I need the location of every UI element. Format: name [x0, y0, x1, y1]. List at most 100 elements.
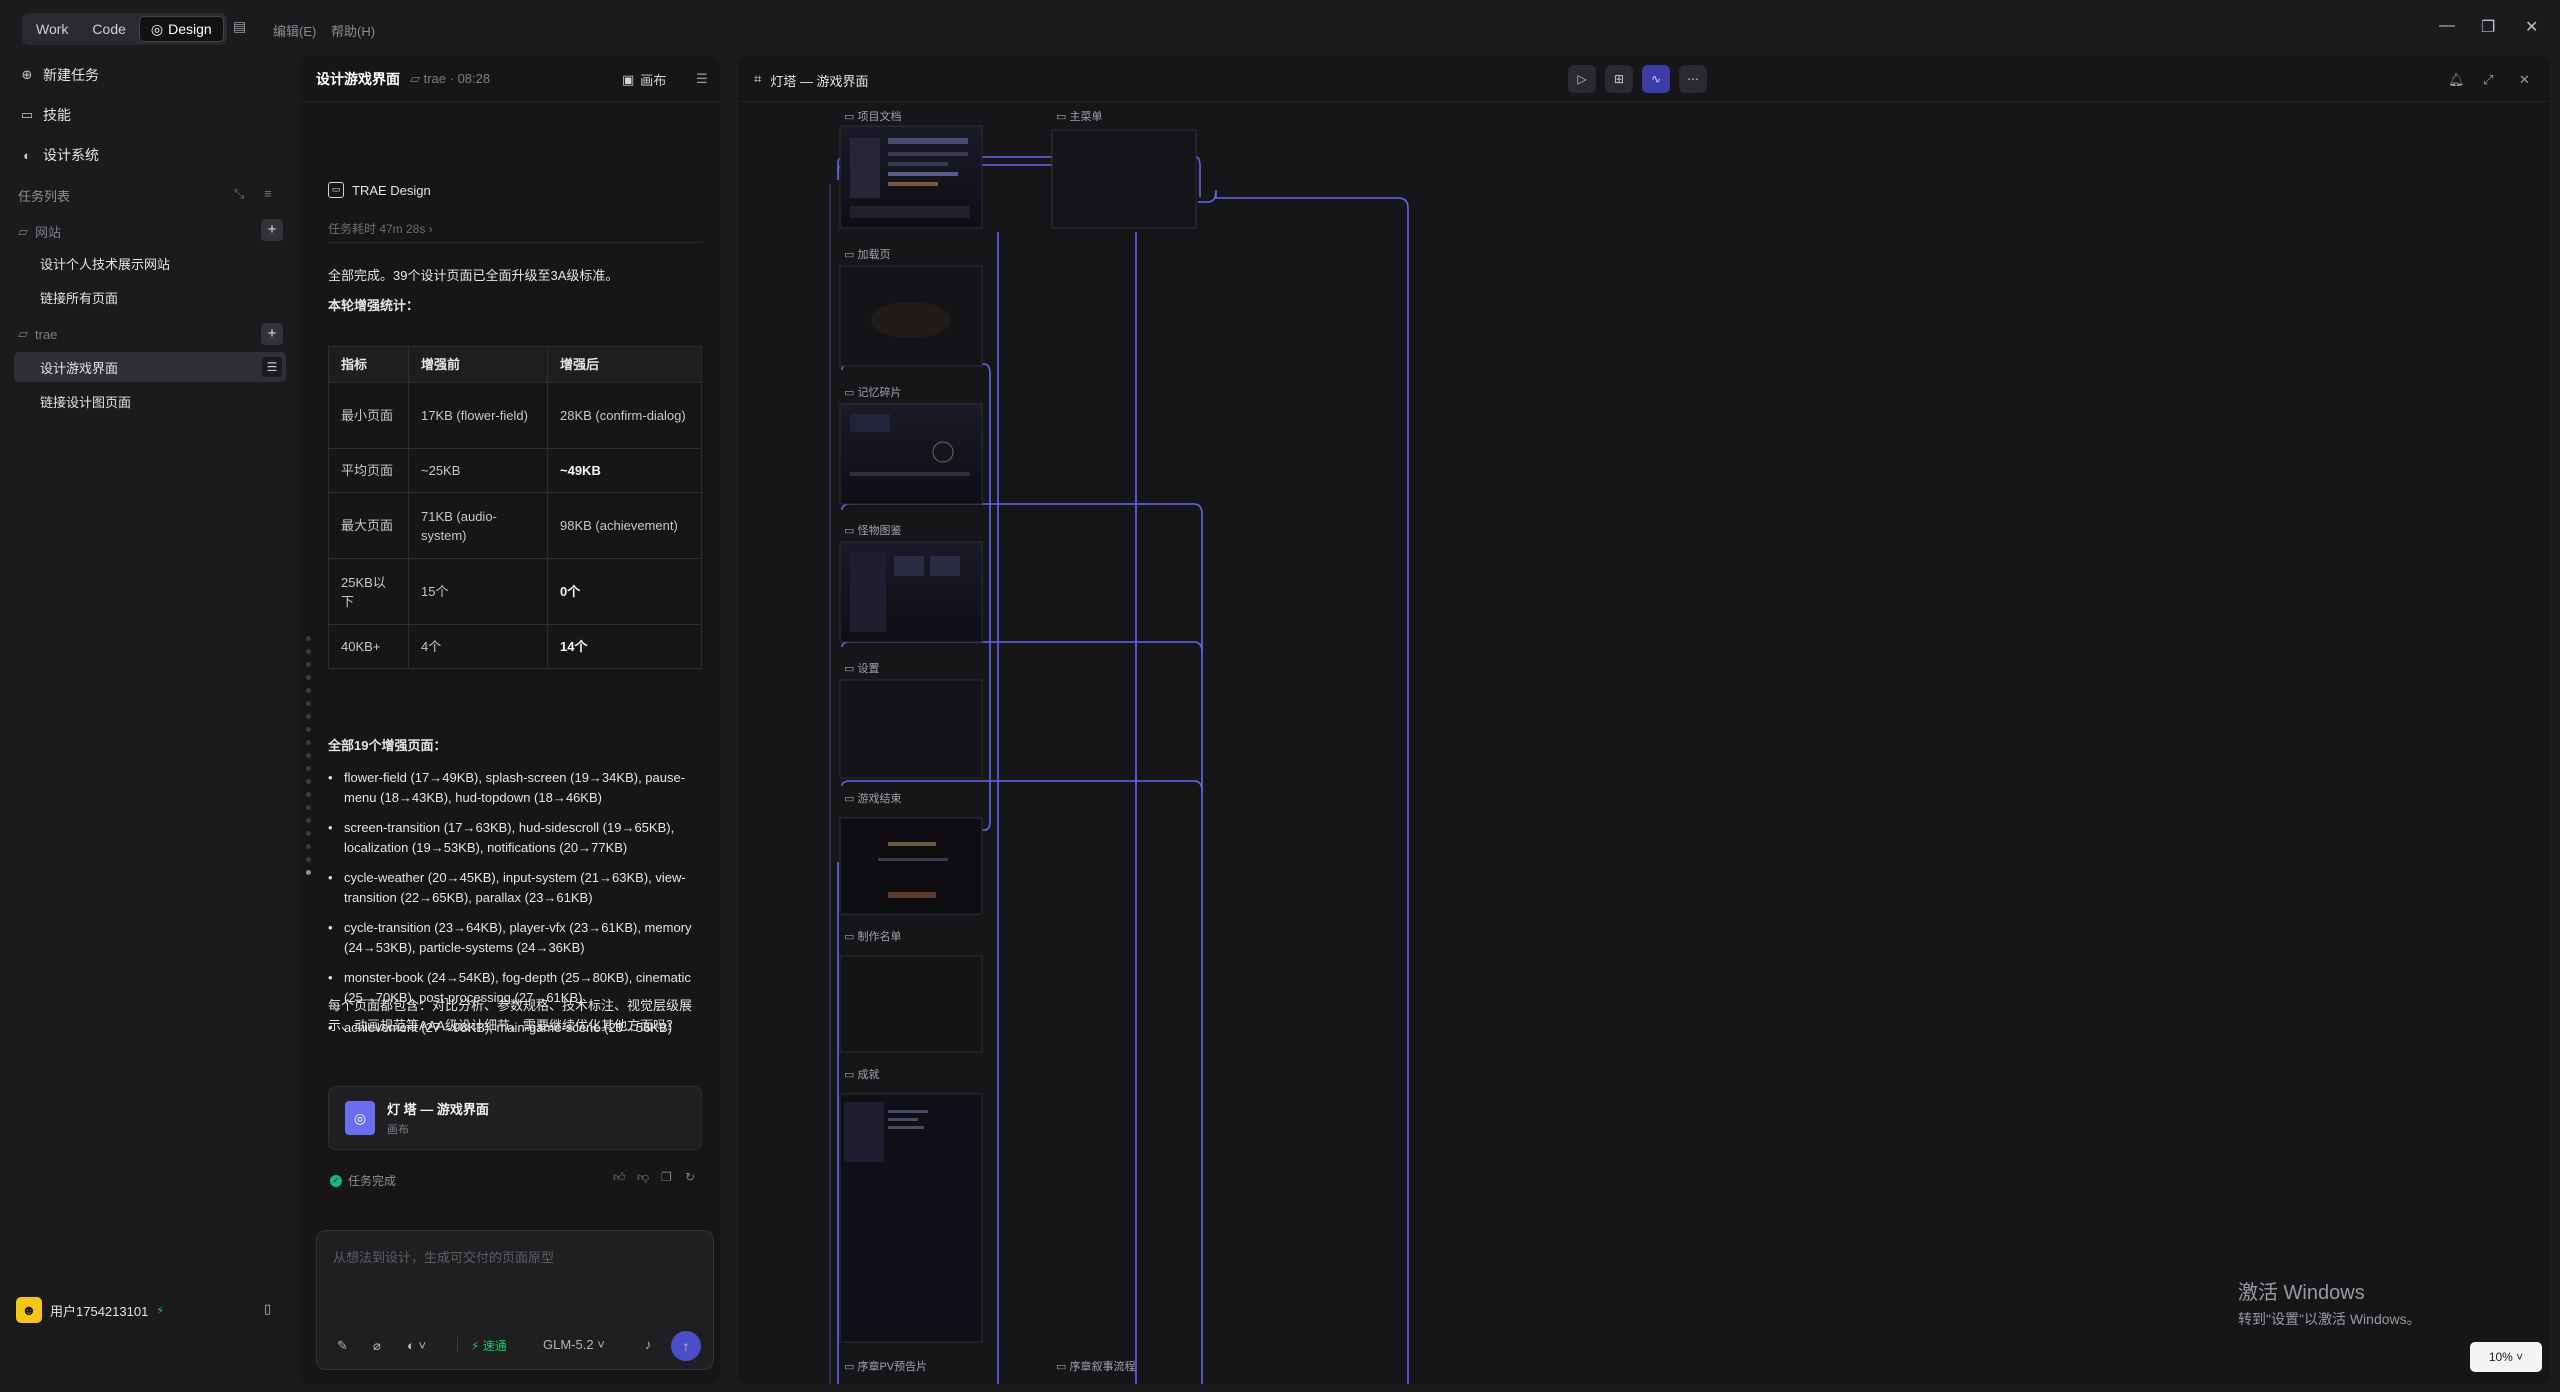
- canvas-title-group: ⌗ 灯塔 — 游戏界面: [754, 71, 869, 90]
- table-row: 25KB以下 15个 0个: [328, 558, 702, 625]
- composer-input[interactable]: 从想法到设计，生成可交付的页面原型: [333, 1247, 554, 1266]
- mode-tab-code[interactable]: Code: [81, 16, 136, 42]
- close-icon[interactable]: ✕: [2519, 72, 2530, 88]
- group-website[interactable]: ▱ 网站: [18, 222, 61, 241]
- flow-canvas[interactable]: ▭ 项目文档 ▭ 主菜单 ▭ 加载页 ▭ 记忆碎片 ▭ 怪物图鉴 ▭ 设置 ▭ …: [738, 102, 2550, 1384]
- frame-prologue-trailer[interactable]: ▭ 序章PV预告片: [844, 1359, 927, 1373]
- message-composer[interactable]: 从想法到设计，生成可交付的页面原型 ✎ ⌀ ◐ ˅ ⚡ 速通 GLM-5.2 ˅…: [316, 1230, 714, 1370]
- send-button[interactable]: ↑: [671, 1331, 701, 1361]
- microphone-icon[interactable]: ♪: [645, 1337, 652, 1352]
- collapse-icon[interactable]: ⤡: [234, 186, 244, 202]
- fast-mode-toggle[interactable]: ⚡ 速通: [471, 1337, 507, 1354]
- frame-main-menu[interactable]: ▭ 主菜单: [1051, 110, 1197, 229]
- summary-text: 全部完成。39个设计页面已全面升级至3A级标准。: [328, 268, 619, 283]
- expand-icon[interactable]: ⤢: [2483, 72, 2493, 88]
- palette-icon: ◎: [345, 1101, 375, 1135]
- elapsed-text: 任务耗时 47m 28s: [328, 222, 426, 236]
- restore-icon[interactable]: ❐: [2481, 17, 2495, 37]
- task-outline-icon[interactable]: ☰: [262, 357, 282, 377]
- edit-icon[interactable]: ✎: [337, 1338, 348, 1354]
- task-item[interactable]: 链接所有页面: [14, 282, 286, 312]
- filter-icon[interactable]: ≡: [264, 186, 272, 201]
- flow-view-button[interactable]: ∿: [1642, 65, 1670, 93]
- folder-icon: ▱: [18, 223, 28, 239]
- task-item[interactable]: 设计个人技术展示网站: [14, 248, 286, 278]
- book-icon: ▭: [20, 107, 34, 122]
- table-cell: 平均页面: [328, 448, 409, 493]
- frame-monster-book[interactable]: ▭ 怪物图鉴: [839, 523, 983, 643]
- stats-heading: 本轮增强统计：: [328, 298, 420, 313]
- canvas-toggle-button[interactable]: ▣ 画布: [622, 70, 666, 89]
- artifact-subtitle: 画布: [387, 1124, 409, 1136]
- list-toggle-icon[interactable]: ☰: [696, 71, 708, 87]
- zoom-control[interactable]: 10% ˅: [2470, 1342, 2542, 1372]
- close-window-icon[interactable]: ✕: [2525, 17, 2538, 37]
- frame-project-docs[interactable]: ▭ 项目文档: [839, 109, 983, 229]
- frame-memory-fragments[interactable]: ▭ 记忆碎片: [839, 385, 983, 505]
- style-dropdown-icon[interactable]: ◐ ˅: [407, 1338, 426, 1353]
- elapsed-time[interactable]: 任务耗时 47m 28s ›: [328, 220, 433, 237]
- frame-label: ▭ 游戏结束: [844, 792, 901, 805]
- frame-prologue-narrative[interactable]: ▭ 序章叙事流程: [1056, 1359, 1135, 1373]
- frame-credits[interactable]: ▭ 制作名单: [839, 929, 983, 1053]
- task-item-label: 链接设计图页面: [40, 394, 132, 410]
- task-item-label: 链接所有页面: [40, 290, 119, 306]
- nav-skills[interactable]: ▭ 技能: [20, 105, 71, 125]
- model-selector[interactable]: GLM-5.2 ˅: [543, 1337, 605, 1352]
- more-button[interactable]: ⋯: [1679, 65, 1707, 93]
- menu-help[interactable]: 帮助(H): [331, 21, 375, 40]
- table-row: 最大页面 71KB (audio-system) 98KB (achieveme…: [328, 492, 702, 559]
- thumbs-down-icon[interactable]: 👎︎: [637, 1170, 649, 1185]
- nav-design-system[interactable]: ◐ 设计系统: [20, 145, 99, 165]
- pages-heading: 全部19个增强页面：: [328, 738, 447, 753]
- task-item-active[interactable]: 设计游戏界面 ☰: [14, 352, 286, 382]
- sidebar-toggle-icon[interactable]: ▤: [233, 18, 246, 35]
- list-item: flower-field (17→49KB), splash-screen (1…: [328, 768, 702, 808]
- group-trae[interactable]: ▱ trae: [18, 326, 57, 342]
- frame-label: ▭ 设置: [844, 662, 879, 675]
- mode-tab-work[interactable]: Work: [25, 16, 79, 42]
- artifact-title: 灯 塔 — 游戏界面: [387, 1102, 489, 1117]
- frame-loading[interactable]: ▭ 加载页: [839, 248, 983, 367]
- agent-name: TRAE Design: [352, 182, 431, 198]
- avatar: ☻: [16, 1297, 42, 1323]
- table-row: 最小页面 17KB (flower-field) 28KB (confirm-d…: [328, 382, 702, 449]
- add-task-website-button[interactable]: +: [261, 219, 283, 241]
- thumbs-up-icon[interactable]: 👍︎: [613, 1170, 626, 1185]
- menu-edit[interactable]: 编辑(E): [273, 21, 316, 40]
- canvas-header: ⌗ 灯塔 — 游戏界面 ▷ ⊞ ∿ ⋯ 🔔︎ ⤢ ✕: [738, 56, 2550, 102]
- canvas-title: 灯塔 — 游戏界面: [770, 74, 869, 89]
- mode-tab-design[interactable]: ◎ Design: [138, 16, 224, 42]
- task-item[interactable]: 链接设计图页面: [14, 386, 286, 416]
- list-item: screen-transition (17→63KB), hud-sidescr…: [328, 818, 702, 858]
- grid-view-button[interactable]: ⊞: [1605, 65, 1633, 93]
- minimize-icon[interactable]: —: [2439, 17, 2455, 35]
- user-profile[interactable]: ☻ 用户1754213101 ⚡: [16, 1297, 164, 1323]
- frame-game-over[interactable]: ▭ 游戏结束: [839, 792, 983, 915]
- add-task-trae-button[interactable]: +: [261, 323, 283, 345]
- task-list-heading: 任务列表: [18, 189, 71, 204]
- retry-icon[interactable]: ↻: [685, 1170, 695, 1184]
- frame-settings[interactable]: ▭ 设置: [839, 662, 983, 779]
- frame-label: ▭ 序章叙事流程: [1056, 1359, 1135, 1373]
- canvas-toggle-label: 画布: [640, 73, 667, 88]
- copy-icon[interactable]: ❐: [661, 1170, 672, 1184]
- table-cell: 15个: [408, 558, 548, 625]
- model-label: GLM-5.2: [543, 1337, 594, 1352]
- table-row: 平均页面 ~25KB ~49KB: [328, 448, 702, 493]
- nav-skills-label: 技能: [43, 107, 71, 123]
- frame-achievements[interactable]: ▭ 成就: [839, 1067, 983, 1343]
- watermark-subtitle: 转到"设置"以激活 Windows。: [2238, 1311, 2421, 1327]
- table-cell: ~25KB: [408, 448, 548, 493]
- nav-new-task[interactable]: ⊕ 新建任务: [20, 65, 99, 85]
- attach-icon[interactable]: ⌀: [373, 1338, 381, 1354]
- play-button[interactable]: ▷: [1568, 65, 1596, 93]
- artifact-card[interactable]: ◎ 灯 塔 — 游戏界面 画布: [328, 1086, 702, 1150]
- nav-new-task-label: 新建任务: [43, 67, 99, 83]
- panel-icon[interactable]: ▯: [264, 1301, 271, 1317]
- notification-icon[interactable]: 🔔︎: [2448, 72, 2465, 88]
- message-scroll-indicator[interactable]: [306, 636, 312, 883]
- fast-mode-label: 速通: [482, 1339, 507, 1353]
- table-cell: 17KB (flower-field): [408, 382, 548, 449]
- table-cell: 28KB (confirm-dialog): [547, 382, 702, 449]
